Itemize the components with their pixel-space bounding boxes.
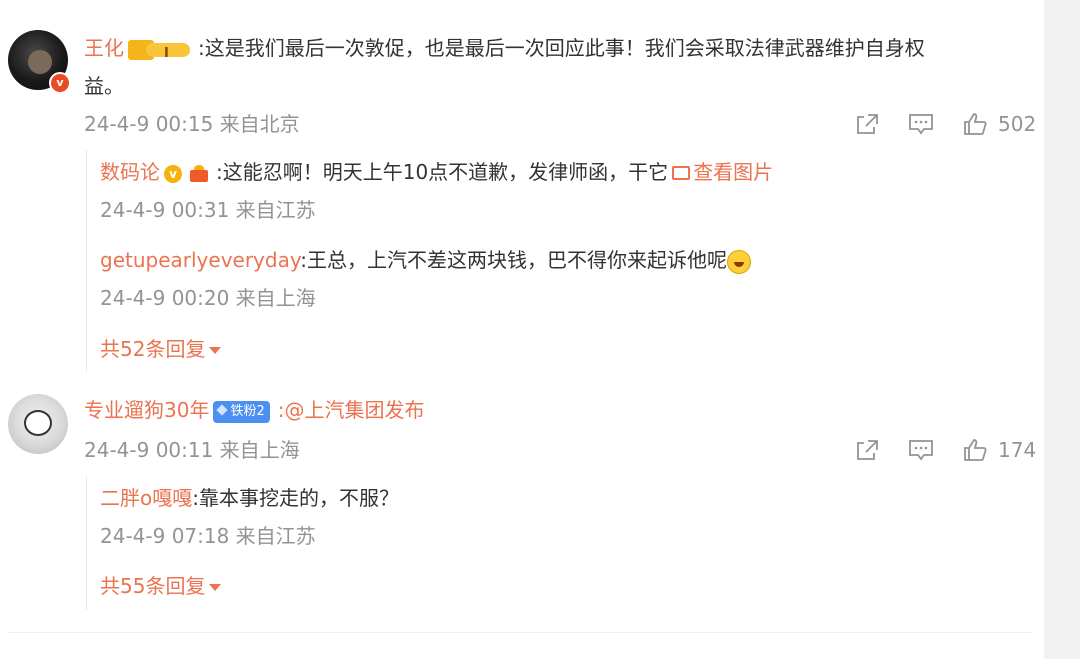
avatar-image [24, 410, 52, 436]
share-icon[interactable] [854, 112, 880, 136]
comment-username[interactable]: 专业遛狗30年 [84, 398, 209, 422]
reply-username[interactable]: 二胖o嘎嘎 [100, 486, 192, 510]
comment-username[interactable]: 王化 [84, 36, 124, 60]
reply-line: 数码论 v :这能忍啊！明天上午10点不道歉，发律师函，干它 查看图片 [100, 158, 773, 186]
comment-meta: 24-4-9 00:15 来自北京 [84, 112, 300, 136]
comment-meta: 24-4-9 00:11 来自上海 [84, 438, 300, 462]
avatar[interactable] [8, 394, 68, 454]
view-image-link[interactable]: 查看图片 [693, 160, 773, 184]
comment-actions: 502 [850, 110, 1040, 138]
like-count: 174 [998, 438, 1037, 462]
crown-icon [188, 164, 210, 184]
like-count: 502 [998, 112, 1037, 136]
comment-icon[interactable] [908, 438, 934, 462]
scrollbar-track[interactable] [1044, 0, 1080, 659]
reply-divider [86, 150, 87, 372]
reply-text: :王总，上汽不差这两块钱，巴不得你来起诉他呢 [300, 248, 727, 272]
comment-actions: 174 [850, 436, 1040, 464]
reply-line: getupearlyeveryday:王总，上汽不差这两块钱，巴不得你来起诉他呢 [100, 246, 751, 274]
like-icon[interactable] [962, 438, 988, 462]
caret-down-icon [209, 347, 222, 354]
reply-username[interactable]: 数码论 [100, 160, 160, 184]
laugh-emoji-icon [726, 249, 751, 274]
diamond-icon [216, 404, 229, 416]
comment-line: 王化 I :这是我们最后一次敦促，也是最后一次回应此事！我们会采取法律武器维护自身权 [84, 34, 925, 62]
comment-text-continued: 益。 [84, 74, 124, 98]
more-replies-link[interactable]: 共52条回复 [100, 335, 222, 363]
reply-meta: 24-4-9 00:20 来自上海 [100, 286, 316, 310]
comment-line: 专业遛狗30年 铁粉2 :@上汽集团发布 [84, 396, 424, 424]
verified-v-icon: v [49, 72, 71, 94]
vip-level-badge-icon: I [128, 39, 192, 61]
reply-meta: 24-4-9 07:18 来自江苏 [100, 524, 316, 548]
avatar-image [28, 50, 52, 74]
image-icon [672, 165, 691, 180]
comment-mention[interactable]: :@上汽集团发布 [278, 398, 425, 422]
like-icon[interactable] [962, 112, 988, 136]
more-replies-link[interactable]: 共55条回复 [100, 572, 222, 600]
reply-text: :靠本事挖走的，不服？ [192, 486, 399, 510]
reply-username[interactable]: getupearlyeveryday [100, 248, 300, 272]
reply-line: 二胖o嘎嘎:靠本事挖走的，不服？ [100, 484, 399, 512]
comment-text: :这是我们最后一次敦促，也是最后一次回应此事！我们会采取法律武器维护自身权 [198, 36, 925, 60]
reply-meta: 24-4-9 00:31 来自江苏 [100, 198, 316, 222]
verified-gold-icon: v [164, 164, 182, 183]
caret-down-icon [209, 584, 222, 591]
reply-divider [86, 476, 87, 610]
divider [8, 632, 1032, 633]
reply-text: :这能忍啊！明天上午10点不道歉，发律师函，干它 [216, 160, 669, 184]
share-icon[interactable] [854, 438, 880, 462]
comment-icon[interactable] [908, 112, 934, 136]
fan-badge: 铁粉2 [213, 400, 270, 423]
